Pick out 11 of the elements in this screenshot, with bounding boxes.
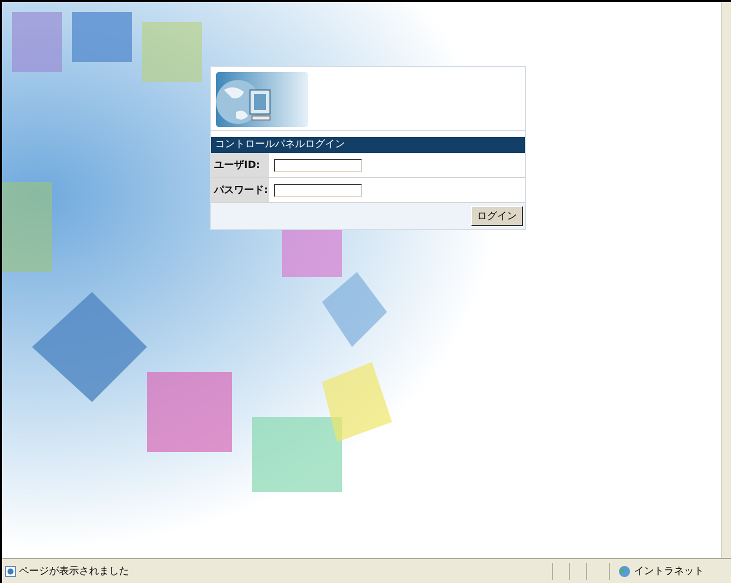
page-icon: [5, 566, 16, 576]
input-field[interactable]: [274, 184, 362, 196]
zone-label: イントラネット: [634, 565, 704, 578]
input-field[interactable]: [274, 158, 362, 172]
field-label: ユーザID:: [211, 153, 269, 177]
panel-title: コントロールパネルログイン: [211, 137, 525, 153]
globe-icon: [618, 564, 631, 578]
login-button[interactable]: ログイン: [471, 206, 523, 226]
scrollbar[interactable]: [721, 2, 731, 558]
status-message: ページが表示されました: [19, 564, 129, 578]
field-label: パスワード:: [211, 178, 269, 202]
